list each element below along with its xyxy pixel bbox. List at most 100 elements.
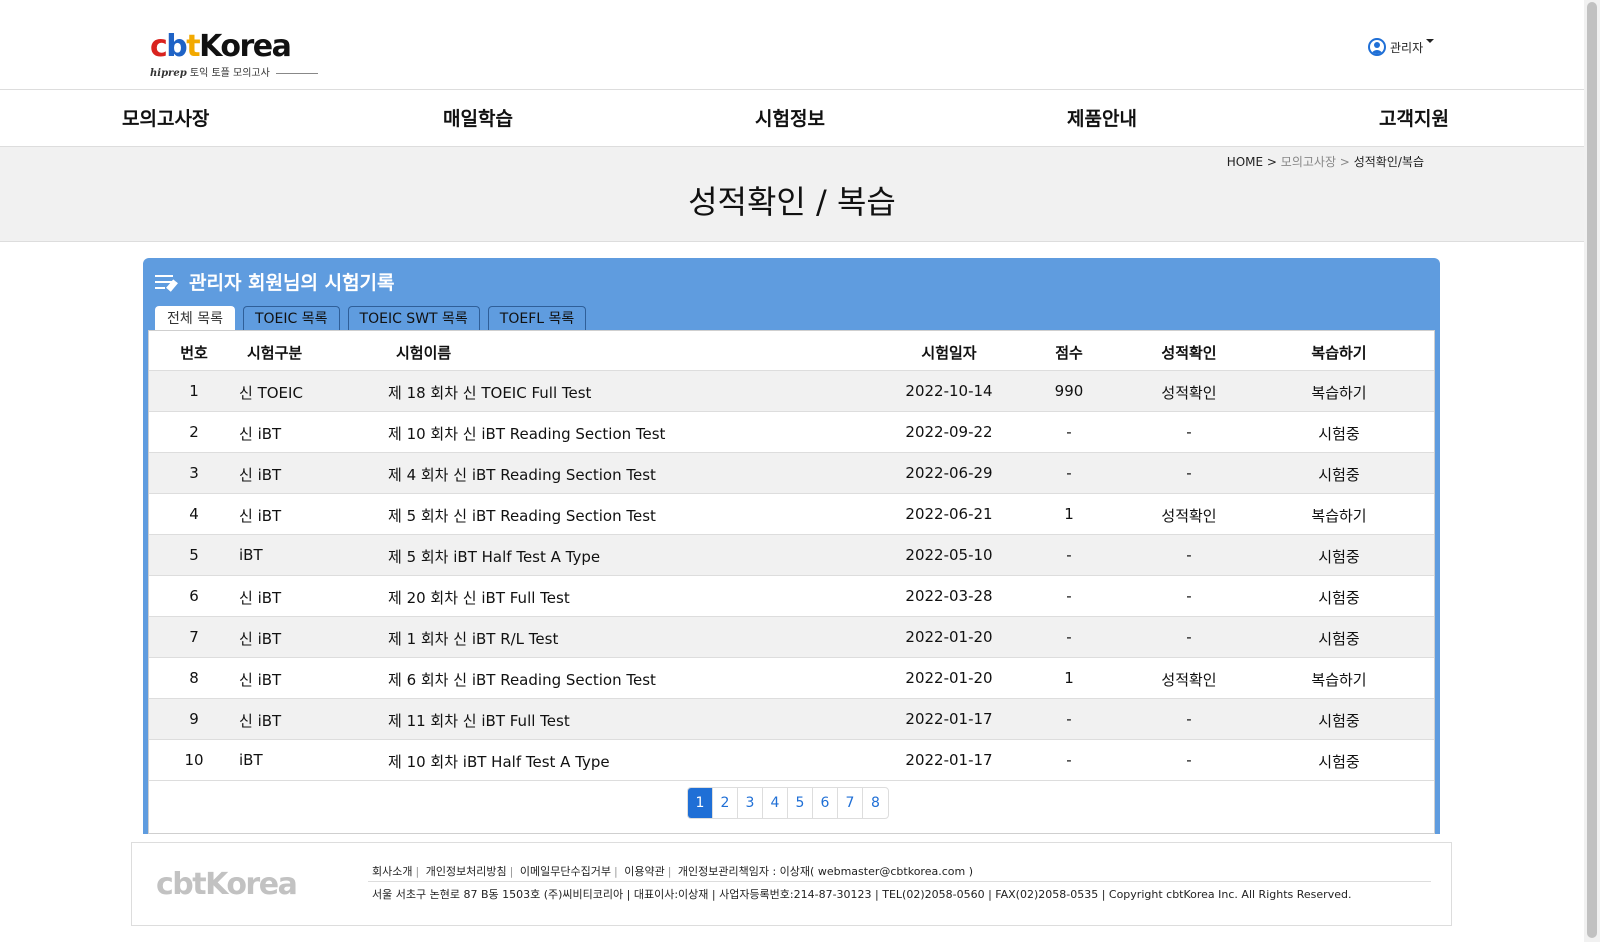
tab-toeic[interactable]: TOEIC 목록 (242, 306, 340, 330)
cell-type: 신 iBT (239, 466, 282, 484)
cell-review-link[interactable]: 복습하기 (1289, 505, 1389, 526)
footer-links: 회사소개 | 개인정보처리방침 | 이메일무단수집거부 | 이용약관 | 개인정보관리책… (372, 865, 973, 878)
cell-review-link[interactable]: 복습하기 (1289, 382, 1389, 403)
panel-title: 관리자 회원님의 시험기록 (189, 272, 395, 294)
exam-record-table: 번호 시험구분 시험이름 시험일자 점수 성적확인 복습하기 1 신 TOEIC 제… (148, 330, 1435, 834)
cell-exam-name: 제 1 회차 신 iBT R/L Test (388, 630, 559, 648)
list-check-icon (155, 272, 181, 292)
cell-review-link: 시험중 (1318, 630, 1360, 648)
page-8-button[interactable]: 8 (863, 788, 888, 818)
cell-exam-name: 제 20 회차 신 iBT Full Test (388, 589, 570, 607)
breadcrumb-section[interactable]: 모의고사장 > (1281, 155, 1350, 169)
cell-num: 2 (189, 423, 199, 441)
cell-score: - (1066, 546, 1072, 564)
cell-num: 10 (184, 751, 204, 769)
cell-result-link: - (1186, 423, 1192, 441)
user-menu-button[interactable]: 관리자 (1368, 38, 1435, 56)
footer-link-terms[interactable]: 이용약관 (624, 865, 664, 878)
cell-result-link[interactable]: 성적확인 (1139, 505, 1239, 526)
page-scrollbar[interactable] (1584, 0, 1600, 942)
cell-result-link: - (1186, 710, 1192, 728)
cell-date: 2022-01-20 (905, 669, 993, 687)
user-circle-icon (1368, 38, 1386, 56)
cell-result-link[interactable]: 성적확인 (1139, 382, 1239, 403)
cell-result-link: - (1186, 751, 1192, 769)
page-5-button[interactable]: 5 (788, 788, 813, 818)
cell-score: - (1066, 587, 1072, 605)
page-4-button[interactable]: 4 (763, 788, 788, 818)
table-row: 9 신 iBT 제 11 회차 신 iBT Full Test 2022-01-17 -… (149, 699, 1434, 740)
cell-review-link[interactable]: 복습하기 (1289, 669, 1389, 690)
cell-type: iBT (239, 751, 263, 769)
cell-score: 1 (1064, 669, 1074, 687)
table-row: 8 신 iBT 제 6 회차 신 iBT Reading Section Test 2… (149, 658, 1434, 699)
cell-type: 신 iBT (239, 589, 282, 607)
cell-result-link: - (1186, 546, 1192, 564)
cell-exam-name: 제 5 회차 iBT Half Test A Type (388, 548, 601, 566)
pagination: 12345678 (687, 787, 889, 819)
cell-date: 2022-06-29 (905, 464, 993, 482)
cell-exam-name: 제 4 회차 신 iBT Reading Section Test (388, 466, 656, 484)
scrollbar-thumb[interactable] (1587, 2, 1597, 938)
cell-result-link[interactable]: 성적확인 (1139, 669, 1239, 690)
footer-company-info: 서울 서초구 논현로 87 B동 1503호 (주)씨비티코리아 | 대표이사:… (372, 888, 1352, 901)
cell-date: 2022-01-17 (905, 710, 993, 728)
page-3-button[interactable]: 3 (738, 788, 763, 818)
cell-num: 5 (189, 546, 199, 564)
nav-item-products[interactable]: 제품안내 (1067, 104, 1137, 131)
header-name: 시험이름 (396, 344, 452, 362)
table-row: 2 신 iBT 제 10 회차 신 iBT Reading Section Test… (149, 412, 1434, 453)
table-row: 5 iBT 제 5 회차 iBT Half Test A Type 2022-05-1… (149, 535, 1434, 576)
nav-item-exam-info[interactable]: 시험정보 (755, 104, 825, 131)
header-num: 번호 (180, 344, 208, 362)
tab-all[interactable]: 전체 목록 (155, 306, 235, 330)
page-2-button[interactable]: 2 (713, 788, 738, 818)
footer-link-about[interactable]: 회사소개 (372, 865, 412, 878)
page-7-button[interactable]: 7 (838, 788, 863, 818)
cell-type: 신 iBT (239, 630, 282, 648)
cell-type: 신 iBT (239, 712, 282, 730)
logo-tagline: hiprep 토익 토플 모의고사 (150, 64, 318, 79)
footer-logo: cbtKorea (156, 867, 298, 902)
table-header: 번호 시험구분 시험이름 시험일자 점수 성적확인 복습하기 (149, 331, 1434, 371)
page-1-button[interactable]: 1 (688, 788, 713, 818)
cell-review-link: 시험중 (1318, 589, 1360, 607)
cell-num: 7 (189, 628, 199, 646)
record-tabs: 전체 목록 TOEIC 목록 TOEIC SWT 목록 TOEFL 목록 (155, 306, 594, 330)
table-row: 7 신 iBT 제 1 회차 신 iBT R/L Test 2022-01-20 - - 시… (149, 617, 1434, 658)
cell-review-link: 시험중 (1318, 712, 1360, 730)
tab-toefl[interactable]: TOEFL 목록 (487, 306, 587, 330)
cell-result-link: - (1186, 628, 1192, 646)
site-logo[interactable]: cbtKorea hiprep 토익 토플 모의고사 (150, 30, 318, 79)
tab-toeic-swt[interactable]: TOEIC SWT 목록 (347, 306, 480, 330)
nav-item-daily-study[interactable]: 매일학습 (443, 104, 513, 131)
cell-date: 2022-06-21 (905, 505, 993, 523)
cell-exam-name: 제 18 회차 신 TOEIC Full Test (388, 384, 592, 402)
nav-item-mock-exam[interactable]: 모의고사장 (122, 104, 209, 131)
footer-link-privacy[interactable]: 개인정보처리방침 (426, 865, 507, 878)
cell-type: iBT (239, 546, 263, 564)
footer-link-no-email[interactable]: 이메일무단수집거부 (520, 865, 611, 878)
main-nav: 모의고사장 매일학습 시험정보 제품안내 고객지원 (0, 90, 1584, 146)
cell-date: 2022-03-28 (905, 587, 993, 605)
caret-down-icon (1426, 39, 1435, 43)
cell-date: 2022-09-22 (905, 423, 993, 441)
table-row: 6 신 iBT 제 20 회차 신 iBT Full Test 2022-03-28 -… (149, 576, 1434, 617)
cell-date: 2022-01-20 (905, 628, 993, 646)
cell-type: 신 iBT (239, 507, 282, 525)
footer-privacy-officer: 개인정보관리책임자 : 이상재( webmaster@cbtkorea.com … (677, 865, 973, 878)
title-band: HOME > 모의고사장 > 성적확인/복습 성적확인 / 복습 (0, 146, 1584, 242)
cell-exam-name: 제 5 회차 신 iBT Reading Section Test (388, 507, 656, 525)
table-row: 10 iBT 제 10 회차 iBT Half Test A Type 2022-01… (149, 740, 1434, 781)
page-title: 성적확인 / 복습 (688, 183, 896, 221)
cell-type: 신 TOEIC (239, 384, 303, 402)
cell-type: 신 iBT (239, 671, 282, 689)
nav-item-support[interactable]: 고객지원 (1379, 104, 1449, 131)
cell-type: 신 iBT (239, 425, 282, 443)
site-header: cbtKorea hiprep 토익 토플 모의고사 관리자 (0, 0, 1584, 90)
cell-score: - (1066, 628, 1072, 646)
panel-header: 관리자 회원님의 시험기록 (155, 268, 395, 295)
breadcrumb-home[interactable]: HOME > (1227, 155, 1277, 169)
cell-score: - (1066, 423, 1072, 441)
page-6-button[interactable]: 6 (813, 788, 838, 818)
